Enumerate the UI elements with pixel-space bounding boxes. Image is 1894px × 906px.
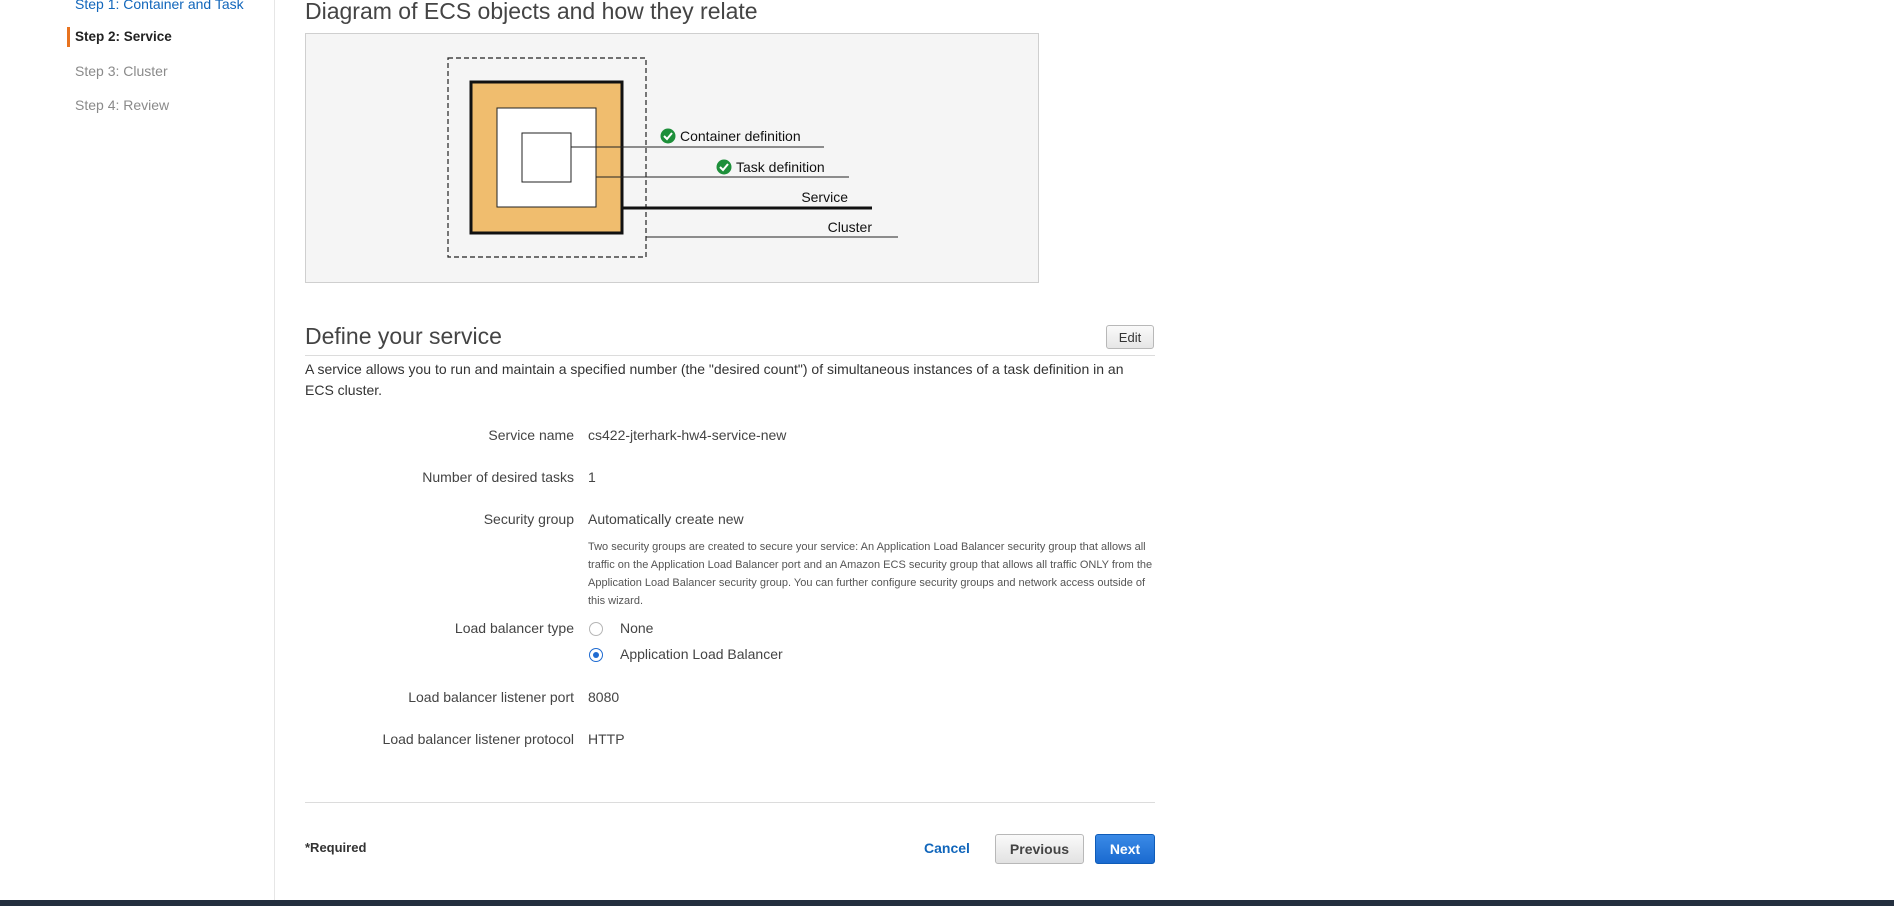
lb-type-alb-radio[interactable] <box>589 648 603 662</box>
footer-divider <box>305 802 1155 803</box>
diagram-title: Diagram of ECS objects and how they rela… <box>305 0 758 24</box>
lb-type-label: Load balancer type <box>454 620 574 636</box>
service-label: Service <box>801 189 848 205</box>
step-2-current: Step 2: Service <box>75 29 172 44</box>
step-4-disabled: Step 4: Review <box>75 97 170 113</box>
active-step-marker <box>67 27 70 47</box>
section-title: Define your service <box>305 323 502 349</box>
lb-type-alb-label[interactable]: Application Load Balancer <box>620 646 783 662</box>
section-divider <box>305 355 1155 356</box>
bottom-bar <box>0 900 1894 906</box>
security-group-value: Automatically create new <box>588 511 744 527</box>
step-1-link[interactable]: Step 1: Container and Task <box>75 0 244 12</box>
check-circle-icon <box>716 159 732 175</box>
required-note: *Required <box>305 840 367 855</box>
lb-port-value: 8080 <box>588 689 620 705</box>
wizard-sidebar: Step 1: Container and Task Step 2: Servi… <box>0 0 275 900</box>
service-name-label: Service name <box>488 427 574 443</box>
lb-type-none-radio[interactable] <box>589 622 603 636</box>
cluster-label: Cluster <box>828 219 873 235</box>
lb-protocol-label: Load balancer listener protocol <box>382 731 574 747</box>
container-definition-label: Container definition <box>680 128 801 144</box>
ecs-diagram: Container definition Task definition Ser… <box>305 33 1039 283</box>
security-group-help: Two security groups are created to secur… <box>588 541 1153 607</box>
service-name-value: cs422-jterhark-hw4-service-new <box>588 427 787 443</box>
cancel-button[interactable]: Cancel <box>924 840 970 856</box>
ecs-diagram-graphic: Container definition Task definition Ser… <box>447 57 898 258</box>
next-button[interactable]: Next <box>1095 834 1155 864</box>
desired-tasks-label: Number of desired tasks <box>422 469 574 485</box>
security-group-label: Security group <box>483 511 574 527</box>
edit-button[interactable]: Edit <box>1106 325 1154 349</box>
lb-type-none-label[interactable]: None <box>620 620 653 636</box>
previous-button[interactable]: Previous <box>995 834 1084 864</box>
check-circle-icon <box>660 128 676 144</box>
service-description: A service allows you to run and maintain… <box>305 361 1124 398</box>
task-definition-label: Task definition <box>736 159 825 175</box>
container-definition-box <box>521 132 572 183</box>
lb-protocol-value: HTTP <box>588 731 625 747</box>
desired-tasks-value: 1 <box>588 469 596 485</box>
lb-port-label: Load balancer listener port <box>408 689 574 705</box>
step-3-disabled: Step 3: Cluster <box>75 63 168 79</box>
